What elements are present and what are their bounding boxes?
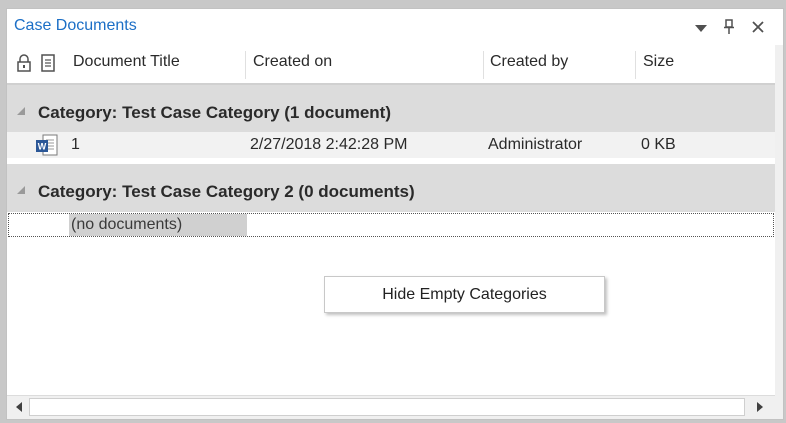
cell-created-on: 2/27/2018 2:42:28 PM [250, 136, 408, 153]
category-group-header[interactable]: Category: Test Case Category (1 document… [7, 85, 775, 133]
collapse-triangle-icon[interactable] [17, 186, 25, 194]
pin-icon[interactable] [719, 17, 739, 37]
no-documents-text: (no documents) [69, 214, 247, 236]
column-header-created-by[interactable]: Created by [490, 53, 568, 71]
svg-text:W: W [38, 142, 47, 152]
scroll-right-icon[interactable] [750, 398, 770, 416]
category-label: Category: Test Case Category (1 document… [38, 103, 391, 122]
close-icon[interactable] [748, 17, 768, 37]
lock-icon[interactable] [15, 53, 33, 78]
column-header-title[interactable]: Document Title [73, 53, 180, 71]
category-group-header[interactable]: Category: Test Case Category 2 (0 docume… [7, 164, 775, 212]
column-header-row: Document Title Created on Created by Siz… [7, 47, 775, 85]
category-label: Category: Test Case Category 2 (0 docume… [38, 182, 415, 201]
column-header-created-on[interactable]: Created on [253, 53, 332, 71]
document-icon[interactable] [40, 53, 56, 78]
column-header-size[interactable]: Size [643, 53, 674, 71]
scrollbar-corner [775, 395, 783, 419]
table-row[interactable]: W 1 2/27/2018 2:42:28 PM Administrator 0… [7, 132, 775, 158]
empty-category-row[interactable]: (no documents) [8, 213, 774, 237]
collapse-triangle-icon[interactable] [17, 107, 25, 115]
word-document-icon: W [35, 134, 61, 161]
case-documents-panel: Case Documents Document Title Created on… [6, 8, 784, 420]
panel-titlebar: Case Documents [7, 9, 783, 45]
vertical-scrollbar[interactable] [775, 45, 783, 395]
scroll-left-icon[interactable] [9, 398, 29, 416]
panel-title: Case Documents [14, 17, 137, 34]
scrollbar-thumb[interactable] [29, 398, 745, 416]
hide-empty-categories-button[interactable]: Hide Empty Categories [324, 276, 605, 313]
cell-document-title: 1 [71, 136, 80, 153]
dropdown-arrow-icon[interactable] [691, 17, 711, 37]
cell-created-by: Administrator [488, 136, 583, 153]
horizontal-scrollbar[interactable] [7, 395, 775, 419]
cell-size: 0 KB [641, 136, 676, 153]
